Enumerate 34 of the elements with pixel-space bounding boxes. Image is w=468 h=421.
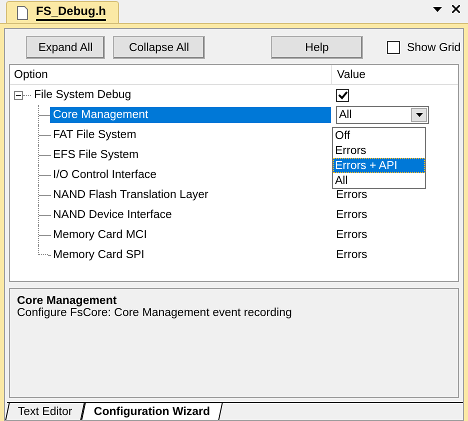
- dropdown-option[interactable]: Errors + API: [333, 158, 425, 173]
- option-checkbox[interactable]: [336, 88, 349, 102]
- toolbar-button[interactable]: Help: [271, 36, 363, 59]
- column-header: Value: [331, 65, 458, 84]
- description-text: Configure FsCore: Core Management event recording: [17, 307, 293, 319]
- tree-item[interactable]: NAND Flash Translation Layer: [50, 187, 331, 203]
- tree-item[interactable]: Memory Card MCI: [50, 227, 331, 243]
- value-text: Errors: [336, 249, 368, 261]
- description-title: Core Management: [17, 295, 118, 307]
- close-icon[interactable]: [452, 5, 460, 13]
- collapse-icon[interactable]: [14, 90, 23, 100]
- bottom-tab[interactable]: Configuration Wizard: [82, 403, 224, 420]
- dropdown-arrow-icon[interactable]: [433, 6, 442, 12]
- tree-item[interactable]: EFS File System: [50, 147, 331, 163]
- column-header: Option: [13, 68, 49, 82]
- tree-item[interactable]: File System Debug: [31, 87, 331, 103]
- tree-item[interactable]: Memory Card SPI: [50, 247, 331, 263]
- toolbar-button[interactable]: Collapse All: [113, 36, 205, 59]
- value-text: Errors: [336, 229, 368, 241]
- show-grid-label: Show Grid: [407, 42, 461, 54]
- tree-item[interactable]: FAT File System: [50, 127, 331, 143]
- show-grid-checkbox[interactable]: [387, 41, 400, 54]
- caret-icon: [416, 113, 422, 117]
- value-text: Errors: [336, 189, 368, 201]
- bottom-tab[interactable]: Text Editor: [5, 403, 86, 420]
- value-combo[interactable]: All: [336, 106, 429, 124]
- document-title: FS_Debug.h: [36, 4, 106, 21]
- tree-item[interactable]: NAND Device Interface: [50, 207, 331, 223]
- file-icon: [17, 6, 28, 20]
- toolbar-button[interactable]: Expand All: [26, 36, 105, 59]
- tree-item[interactable]: I/O Control Interface: [50, 167, 331, 183]
- value-text: Errors: [336, 209, 368, 221]
- document-tab[interactable]: FS_Debug.h: [6, 1, 120, 23]
- tree-item[interactable]: Core Management: [50, 107, 331, 123]
